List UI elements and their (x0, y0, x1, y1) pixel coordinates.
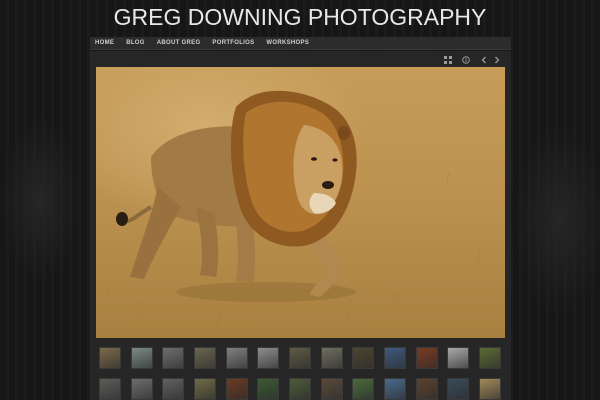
chevron-left-icon[interactable] (478, 54, 490, 66)
thumbnail[interactable] (447, 347, 470, 369)
nav-workshops[interactable]: WORKSHOPS (266, 40, 309, 46)
thumbnail[interactable] (447, 378, 470, 400)
nav-blog[interactable]: BLOG (126, 40, 145, 46)
thumbnail[interactable] (193, 347, 216, 369)
thumbnail[interactable] (415, 347, 438, 369)
site-title[interactable]: GREG DOWNING PHOTOGRAPHY (0, 4, 600, 31)
thumbnail[interactable] (288, 347, 311, 369)
thumbnail[interactable] (225, 347, 248, 369)
info-icon[interactable] (460, 54, 472, 66)
thumbnail[interactable] (352, 347, 375, 369)
nav-portfolios[interactable]: PORTFOLIOS (212, 40, 254, 46)
thumbnail[interactable] (352, 378, 375, 400)
thumbnail[interactable] (99, 378, 121, 400)
thumbnail[interactable] (225, 378, 248, 400)
thumbnail[interactable] (193, 378, 216, 400)
thumbnail[interactable] (320, 347, 343, 369)
thumbnail[interactable] (478, 347, 501, 369)
chevron-right-icon[interactable] (491, 54, 503, 66)
thumbnail[interactable] (320, 378, 343, 400)
thumbnail[interactable] (383, 378, 406, 400)
thumbnail[interactable] (130, 378, 153, 400)
thumbnail[interactable] (415, 378, 438, 400)
thumbnail[interactable] (99, 347, 121, 369)
thumbnail[interactable] (257, 378, 280, 400)
thumbnail[interactable] (257, 347, 280, 369)
thumbnail[interactable] (383, 347, 406, 369)
lion-illustration (105, 90, 481, 330)
thumbnail[interactable] (288, 378, 311, 400)
featured-photo-lion[interactable] (96, 67, 505, 338)
thumbnail[interactable] (162, 347, 185, 369)
grid-icon[interactable] (442, 54, 454, 66)
thumbnail[interactable] (162, 378, 185, 400)
nav-about-greg[interactable]: ABOUT GREG (157, 40, 201, 46)
thumbnail[interactable] (478, 378, 501, 400)
main-nav: HOME BLOG ABOUT GREG PORTFOLIOS WORKSHOP… (90, 37, 511, 50)
gallery-toolbar (90, 54, 511, 66)
thumbnail[interactable] (130, 347, 153, 369)
thumbnail-row-1 (99, 347, 501, 369)
nav-home[interactable]: HOME (95, 40, 114, 46)
thumbnail-row-2 (99, 378, 501, 400)
